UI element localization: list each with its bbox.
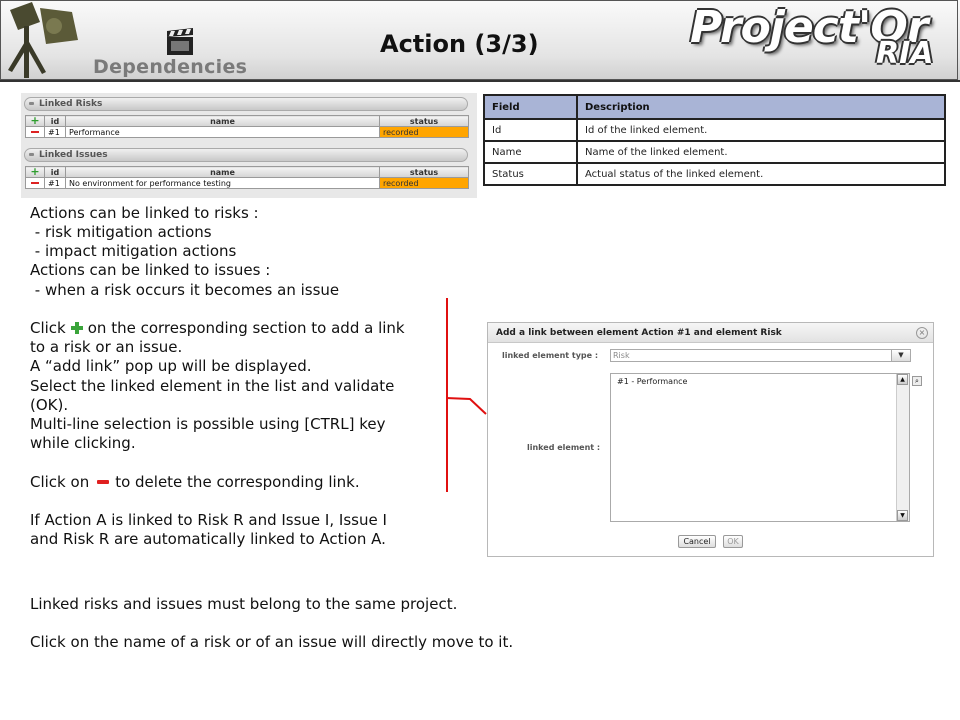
text-line: Click on the corresponding section to add… bbox=[30, 319, 405, 338]
cancel-button[interactable]: Cancel bbox=[678, 535, 716, 548]
add-link-dialog: Add a link between element Action #1 and… bbox=[487, 322, 934, 557]
table-row: #1 No environment for performance testin… bbox=[25, 177, 469, 189]
text-line: A “add link” pop up will be displayed. bbox=[30, 357, 312, 375]
description-cell: Actual status of the linked element. bbox=[576, 162, 946, 186]
column-header: name bbox=[65, 166, 380, 178]
text-line: Actions can be linked to risks : bbox=[30, 204, 259, 222]
section-label: Dependencies bbox=[93, 56, 248, 78]
text-line: while clicking. bbox=[30, 434, 136, 452]
minus-icon bbox=[31, 182, 39, 184]
collapse-icon bbox=[29, 153, 34, 156]
text-line: Linked risks and issues must belong to t… bbox=[30, 595, 458, 613]
row-name-link[interactable]: No environment for performance testing bbox=[65, 177, 380, 189]
column-header: id bbox=[44, 115, 66, 127]
brand-sub: RIA bbox=[876, 36, 934, 71]
column-header: status bbox=[379, 166, 469, 178]
linked-issues-header[interactable]: Linked Issues bbox=[24, 148, 468, 162]
field-description-table: Field Description Id Id of the linked el… bbox=[483, 94, 946, 186]
text-line: - when a risk occurs it becomes an issue bbox=[30, 281, 340, 299]
red-bracket-line bbox=[446, 298, 448, 492]
plus-icon: + bbox=[30, 114, 40, 127]
table-row: Status Actual status of the linked eleme… bbox=[483, 162, 946, 186]
linked-issues-table: + id name status #1 No environment for p… bbox=[25, 166, 469, 189]
row-id: #1 bbox=[44, 126, 66, 138]
column-header: status bbox=[379, 115, 469, 127]
column-header: id bbox=[44, 166, 66, 178]
linked-element-type-select[interactable]: Risk ▼ bbox=[610, 349, 911, 362]
clapperboard-icon bbox=[167, 28, 193, 55]
description-cell: Name of the linked element. bbox=[576, 140, 946, 164]
red-connector-line bbox=[446, 397, 487, 415]
field-cell: Status bbox=[483, 162, 578, 186]
status-badge: recorded bbox=[379, 126, 469, 138]
text-fragment: to delete the corresponding link. bbox=[115, 473, 360, 491]
add-risk-link-button[interactable]: + bbox=[25, 114, 45, 127]
scroll-up-icon[interactable]: ▲ bbox=[897, 374, 908, 385]
row-id: #1 bbox=[44, 177, 66, 189]
text-fragment: Click bbox=[30, 319, 66, 337]
collapse-icon bbox=[29, 102, 34, 105]
text-fragment: Click on bbox=[30, 473, 90, 491]
close-icon[interactable]: × bbox=[916, 327, 928, 339]
description-cell: Id of the linked element. bbox=[576, 118, 946, 142]
text-line: to a risk or an issue. bbox=[30, 338, 183, 356]
linked-risks-table: + id name status #1 Performance recorded bbox=[25, 115, 469, 138]
scrollbar[interactable]: ▲ ▼ bbox=[896, 374, 909, 521]
text-fragment: on the corresponding section to add a li… bbox=[87, 319, 405, 337]
linked-risks-title: Linked Risks bbox=[39, 99, 103, 109]
table-row: Name Name of the linked element. bbox=[483, 140, 946, 164]
list-item[interactable]: #1 - Performance bbox=[617, 377, 687, 386]
page-title: Action (3/3) bbox=[380, 30, 539, 58]
brand-logo: Project'Or RIA bbox=[690, 2, 950, 78]
plus-icon: + bbox=[30, 165, 40, 178]
text-line: Click on to delete the corresponding link… bbox=[30, 473, 360, 492]
minus-icon bbox=[31, 131, 39, 133]
column-header: name bbox=[65, 115, 380, 127]
camera-logo-icon bbox=[8, 2, 78, 78]
scroll-down-icon[interactable]: ▼ bbox=[897, 510, 908, 521]
row-name-link[interactable]: Performance bbox=[65, 126, 380, 138]
text-line: Click on the name of a risk or of an iss… bbox=[30, 633, 514, 651]
remove-issue-link-button[interactable] bbox=[25, 177, 45, 189]
linked-element-list[interactable]: #1 - Performance ▲ ▼ bbox=[610, 373, 910, 522]
column-header: Field bbox=[483, 94, 578, 120]
type-value: Risk bbox=[613, 351, 630, 360]
column-header: Description bbox=[576, 94, 946, 120]
linked-panels-screenshot: Linked Risks + id name status #1 Perform… bbox=[21, 93, 477, 198]
linked-risks-header[interactable]: Linked Risks bbox=[24, 97, 468, 111]
text-line: - impact mitigation actions bbox=[30, 242, 237, 260]
text-line: Multi-line selection is possible using [… bbox=[30, 415, 386, 433]
dialog-title: Add a link between element Action #1 and… bbox=[488, 323, 933, 343]
chevron-down-icon[interactable]: ▼ bbox=[891, 350, 910, 361]
text-line: (OK). bbox=[30, 396, 69, 414]
text-line: - risk mitigation actions bbox=[30, 223, 212, 241]
minus-icon bbox=[97, 480, 110, 484]
field-cell: Id bbox=[483, 118, 578, 142]
table-row: #1 Performance recorded bbox=[25, 126, 469, 138]
text-line: If Action A is linked to Risk R and Issu… bbox=[30, 511, 387, 529]
element-label: linked element : bbox=[527, 443, 601, 452]
search-icon[interactable]: ⌕ bbox=[912, 376, 922, 386]
field-cell: Name bbox=[483, 140, 578, 164]
type-label: linked element type : bbox=[502, 351, 599, 360]
text-line: Actions can be linked to issues : bbox=[30, 261, 271, 279]
add-issue-link-button[interactable]: + bbox=[25, 165, 45, 178]
status-badge: recorded bbox=[379, 177, 469, 189]
slide-header: Dependencies Action (3/3) Project'Or RIA bbox=[0, 0, 960, 82]
text-line: Select the linked element in the list an… bbox=[30, 377, 395, 395]
linked-issues-title: Linked Issues bbox=[39, 150, 108, 160]
plus-icon bbox=[70, 321, 84, 335]
ok-button[interactable]: OK bbox=[723, 535, 743, 548]
text-line: and Risk R are automatically linked to A… bbox=[30, 530, 386, 548]
table-row: Id Id of the linked element. bbox=[483, 118, 946, 142]
remove-risk-link-button[interactable] bbox=[25, 126, 45, 138]
